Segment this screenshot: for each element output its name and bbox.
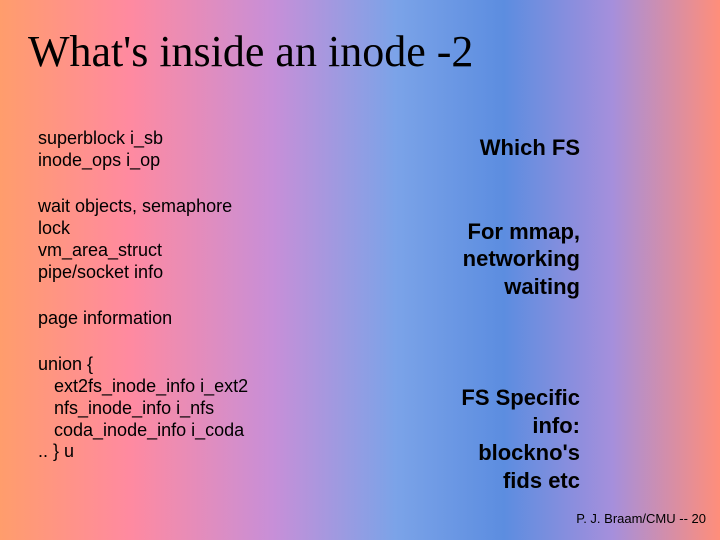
annotation-which-fs: Which FS [380, 134, 580, 162]
slide: What's inside an inode -2 superblock i_s… [0, 0, 720, 540]
block-union: union { ext2fs_inode_info i_ext2 nfs_ino… [38, 354, 338, 464]
text-line: ext2fs_inode_info i_ext2 [38, 376, 338, 398]
text-line: nfs_inode_info i_nfs [38, 398, 338, 420]
text-line: inode_ops i_op [38, 150, 338, 172]
text-line: Which FS [380, 134, 580, 162]
text-line: info: [380, 412, 580, 440]
right-column: Which FS For mmap, networking waiting FS… [380, 128, 580, 494]
slide-title: What's inside an inode -2 [28, 26, 473, 77]
text-line: networking [380, 245, 580, 273]
text-line: wait objects, semaphore [38, 196, 338, 218]
text-line: pipe/socket info [38, 262, 338, 284]
text-line: waiting [380, 273, 580, 301]
text-line: union { [38, 354, 338, 376]
text-line: FS Specific [380, 384, 580, 412]
text-line: fids etc [380, 467, 580, 495]
left-column: superblock i_sb inode_ops i_op wait obje… [38, 128, 338, 487]
text-line: coda_inode_info i_coda [38, 420, 338, 442]
text-line: For mmap, [380, 218, 580, 246]
text-line: blockno's [380, 439, 580, 467]
annotation-mmap: For mmap, networking waiting [380, 218, 580, 301]
annotation-fs-specific: FS Specific info: blockno's fids etc [380, 384, 580, 494]
block-superblock: superblock i_sb inode_ops i_op [38, 128, 338, 172]
text-line: .. } u [38, 441, 338, 463]
text-line: vm_area_struct [38, 240, 338, 262]
block-wait-objects: wait objects, semaphore lock vm_area_str… [38, 196, 338, 284]
slide-footer: P. J. Braam/CMU -- 20 [576, 511, 706, 526]
block-page-info: page information [38, 308, 338, 330]
text-line: lock [38, 218, 338, 240]
text-line: superblock i_sb [38, 128, 338, 150]
text-line: page information [38, 308, 338, 330]
